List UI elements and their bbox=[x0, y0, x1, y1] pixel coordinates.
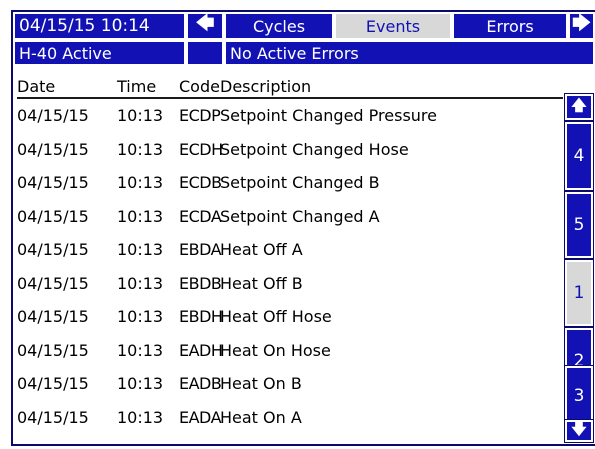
cell-code: EADA bbox=[179, 407, 222, 427]
table-row[interactable]: 04/15/15 10:13 EBDA Heat Off A bbox=[17, 233, 563, 267]
cell-code: ECDH bbox=[179, 139, 223, 159]
table-row[interactable]: 04/15/15 10:13 EADB Heat On B bbox=[17, 367, 563, 401]
cell-date: 04/15/15 bbox=[17, 173, 89, 193]
cell-code: ECDA bbox=[179, 206, 222, 226]
cell-description: Heat On Hose bbox=[220, 340, 331, 360]
cell-code: EADB bbox=[179, 374, 222, 394]
tab-cycles-label: Cycles bbox=[252, 16, 306, 36]
table-row[interactable]: 04/15/15 10:13 EADH Heat On Hose bbox=[17, 334, 563, 368]
table-body: 04/15/15 10:13 ECDP Setpoint Changed Pressu… bbox=[17, 99, 563, 434]
arrow-right-icon: 🡆 bbox=[572, 13, 591, 34]
cell-code: EBDA bbox=[179, 240, 222, 260]
cell-code: ECDP bbox=[179, 106, 221, 126]
cell-time: 10:13 bbox=[117, 139, 164, 159]
cell-date: 04/15/15 bbox=[17, 240, 89, 260]
status-indicator bbox=[186, 40, 224, 66]
cell-description: Setpoint Changed Pressure bbox=[220, 106, 437, 126]
cell-code: EADH bbox=[179, 340, 223, 360]
cell-description: Heat On B bbox=[220, 374, 302, 394]
cell-time: 10:13 bbox=[117, 307, 164, 327]
cell-description: Heat Off B bbox=[220, 273, 303, 293]
error-status-text: No Active Errors bbox=[230, 43, 359, 63]
col-header-code: Code bbox=[179, 77, 220, 96]
page-button[interactable]: 4 bbox=[564, 121, 594, 191]
cell-description: Setpoint Changed Hose bbox=[220, 139, 409, 159]
system-status: H-40 Active bbox=[13, 40, 186, 66]
cell-code: EBDB bbox=[179, 273, 222, 293]
table-row[interactable]: 04/15/15 10:13 ECDH Setpoint Changed Hose bbox=[17, 133, 563, 167]
cell-time: 10:13 bbox=[117, 374, 164, 394]
cell-time: 10:13 bbox=[117, 340, 164, 360]
cell-date: 04/15/15 bbox=[17, 374, 89, 394]
col-header-description: Description bbox=[220, 77, 312, 96]
cell-time: 10:13 bbox=[117, 106, 164, 126]
tab-events-label: Events bbox=[365, 16, 421, 36]
cell-time: 10:13 bbox=[117, 273, 164, 293]
events-screen: 04/15/15 10:14 🡄 Cycles Events Errors 🡆 … bbox=[11, 10, 595, 446]
table-row[interactable]: 04/15/15 10:13 ECDA Setpoint Changed A bbox=[17, 200, 563, 234]
cell-description: Setpoint Changed B bbox=[220, 173, 380, 193]
page-button[interactable]: 3 bbox=[564, 365, 594, 427]
header-datetime: 04/15/15 10:14 bbox=[13, 12, 186, 40]
col-header-date: Date bbox=[17, 77, 56, 96]
table-row[interactable]: 04/15/15 10:13 ECDB Setpoint Changed B bbox=[17, 166, 563, 200]
tab-errors-label: Errors bbox=[486, 16, 534, 36]
cell-code: ECDB bbox=[179, 173, 222, 193]
cell-date: 04/15/15 bbox=[17, 407, 89, 427]
cell-description: Heat On A bbox=[220, 407, 302, 427]
cell-description: Setpoint Changed A bbox=[220, 206, 380, 226]
right-arrow-button[interactable]: 🡆 bbox=[568, 12, 595, 40]
cell-date: 04/15/15 bbox=[17, 340, 89, 360]
cell-date: 04/15/15 bbox=[17, 139, 89, 159]
scroll-down-button[interactable]: 🡇 bbox=[564, 419, 594, 443]
table-row[interactable]: 04/15/15 10:13 EADA Heat On A bbox=[17, 401, 563, 435]
cell-time: 10:13 bbox=[117, 173, 164, 193]
datetime-text: 04/15/15 10:14 bbox=[19, 16, 150, 36]
error-status: No Active Errors bbox=[224, 40, 595, 66]
tab-cycles[interactable]: Cycles bbox=[224, 12, 334, 40]
left-arrow-button[interactable]: 🡄 bbox=[186, 12, 224, 40]
table-header: Date Time Code Description bbox=[17, 70, 563, 99]
arrow-down-icon: 🡇 bbox=[571, 419, 587, 438]
page-button[interactable]: 5 bbox=[564, 191, 594, 259]
cell-date: 04/15/15 bbox=[17, 206, 89, 226]
scroll-up-button[interactable]: 🡅 bbox=[564, 93, 594, 121]
table-row[interactable]: 04/15/15 10:13 EBDH Heat Off Hose bbox=[17, 300, 563, 334]
tab-errors[interactable]: Errors bbox=[452, 12, 568, 40]
cell-code: EBDH bbox=[179, 307, 223, 327]
cell-description: Heat Off A bbox=[220, 240, 303, 260]
cell-time: 10:13 bbox=[117, 240, 164, 260]
arrow-up-icon: 🡅 bbox=[571, 95, 587, 114]
cell-time: 10:13 bbox=[117, 407, 164, 427]
page-button-selected[interactable]: 1 bbox=[564, 259, 594, 327]
cell-date: 04/15/15 bbox=[17, 106, 89, 126]
cell-date: 04/15/15 bbox=[17, 307, 89, 327]
arrow-left-icon: 🡄 bbox=[195, 13, 215, 34]
cell-description: Heat Off Hose bbox=[220, 307, 332, 327]
table-row[interactable]: 04/15/15 10:13 ECDP Setpoint Changed Pressu… bbox=[17, 99, 563, 133]
col-header-time: Time bbox=[117, 77, 157, 96]
system-status-text: H-40 Active bbox=[19, 43, 112, 63]
cell-time: 10:13 bbox=[117, 206, 164, 226]
tab-events[interactable]: Events bbox=[334, 12, 452, 40]
table-row[interactable]: 04/15/15 10:13 EBDB Heat Off B bbox=[17, 267, 563, 301]
cell-date: 04/15/15 bbox=[17, 273, 89, 293]
page-scrollbar: 🡅 4 5 1 2 3 🡇 bbox=[563, 66, 595, 444]
events-table: Date Time Code Description 04/15/15 10:13… bbox=[17, 70, 563, 442]
